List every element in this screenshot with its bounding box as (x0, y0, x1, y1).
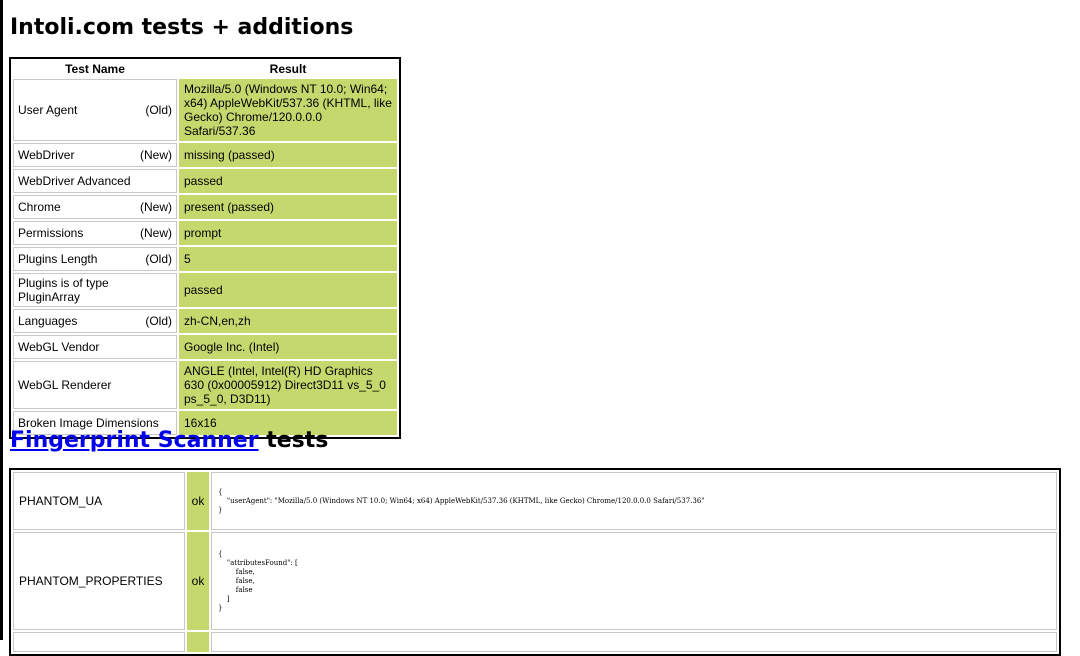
intoli-section-title: Intoli.com tests + additions (10, 15, 354, 40)
fingerprint-title-suffix: tests (258, 428, 329, 453)
test-result: passed (179, 169, 397, 193)
test-name: Permissions (18, 226, 84, 240)
intoli-results-table: Test Name Result User Agent (Old) Mozilla… (9, 57, 401, 439)
fp-row-partial (13, 632, 1057, 652)
test-name: Chrome (18, 200, 61, 214)
test-name: WebDriver Advanced (18, 174, 131, 188)
test-name-cell: Plugins is of type PluginArray (13, 273, 177, 307)
test-name-cell: WebDriver (New) (13, 143, 177, 167)
test-tag: (New) (140, 226, 172, 240)
test-name: WebGL Renderer (18, 378, 112, 392)
table-row-user-agent: User Agent (Old) Mozilla/5.0 (Windows NT … (13, 79, 397, 141)
fingerprint-section-title: Fingerprint Scanner tests (10, 427, 328, 455)
table-row-permissions: Permissions (New) prompt (13, 221, 397, 245)
table-row-webdriver: WebDriver (New) missing (passed) (13, 143, 397, 167)
table-row-plugins-length: Plugins Length (Old) 5 (13, 247, 397, 271)
table-row-webgl-renderer: WebGL Renderer ANGLE (Intel, Intel(R) HD… (13, 361, 397, 409)
test-result: ANGLE (Intel, Intel(R) HD Graphics 630 (… (179, 361, 397, 409)
table-row-plugins-type: Plugins is of type PluginArray passed (13, 273, 397, 307)
fp-data-cell (211, 632, 1057, 652)
fp-test-name: PHANTOM_PROPERTIES (13, 532, 185, 630)
test-tag: (New) (140, 148, 172, 162)
test-name-cell: Languages (Old) (13, 309, 177, 333)
test-tag: (New) (140, 200, 172, 214)
table-row-chrome: Chrome (New) present (passed) (13, 195, 397, 219)
table-row-webdriver-advanced: WebDriver Advanced passed (13, 169, 397, 193)
test-result: Mozilla/5.0 (Windows NT 10.0; Win64; x64… (179, 79, 397, 141)
fp-json-output: { "userAgent": "Mozilla/5.0 (Windows NT … (218, 487, 705, 514)
fp-test-name: PHANTOM_UA (13, 472, 185, 530)
fp-data-cell: { "attributesFound": [ false, false, fal… (211, 532, 1057, 630)
test-result: passed (179, 273, 397, 307)
test-result: prompt (179, 221, 397, 245)
test-result: present (passed) (179, 195, 397, 219)
test-result: zh-CN,en,zh (179, 309, 397, 333)
test-tag: (Old) (145, 252, 172, 266)
test-result: Google Inc. (Intel) (179, 335, 397, 359)
fp-status-ok: ok (187, 532, 209, 630)
left-border (0, 0, 3, 640)
test-name-cell: WebGL Vendor (13, 335, 177, 359)
table-row-webgl-vendor: WebGL Vendor Google Inc. (Intel) (13, 335, 397, 359)
test-tag: (Old) (145, 103, 172, 117)
table-row-languages: Languages (Old) zh-CN,en,zh (13, 309, 397, 333)
test-name: Plugins Length (18, 252, 98, 266)
test-result: 5 (179, 247, 397, 271)
header-result: Result (269, 62, 307, 76)
test-name-cell: User Agent (Old) (13, 79, 177, 141)
fp-test-name (13, 632, 185, 652)
test-name: Plugins is of type PluginArray (18, 276, 109, 304)
fp-data-cell: { "userAgent": "Mozilla/5.0 (Windows NT … (211, 472, 1057, 530)
fp-row-phantom-ua: PHANTOM_UA ok { "userAgent": "Mozilla/5.… (13, 472, 1057, 530)
test-name: WebDriver (18, 148, 75, 162)
test-name: Languages (18, 314, 78, 328)
table-header-row: Test Name Result (13, 61, 397, 77)
test-name-cell: WebGL Renderer (13, 361, 177, 409)
test-name: WebGL Vendor (18, 340, 100, 354)
fingerprint-scanner-link[interactable]: Fingerprint Scanner (10, 428, 259, 453)
test-result: missing (passed) (179, 143, 397, 167)
test-name-cell: WebDriver Advanced (13, 169, 177, 193)
fp-row-phantom-properties: PHANTOM_PROPERTIES ok { "attributesFound… (13, 532, 1057, 630)
fingerprint-results-table: PHANTOM_UA ok { "userAgent": "Mozilla/5.… (9, 468, 1061, 656)
fp-json-output: { "attributesFound": [ false, false, fal… (218, 549, 298, 612)
test-name-cell: Chrome (New) (13, 195, 177, 219)
test-name-cell: Plugins Length (Old) (13, 247, 177, 271)
fp-status (187, 632, 209, 652)
test-name-cell: Permissions (New) (13, 221, 177, 245)
test-name: User Agent (18, 103, 78, 117)
header-test-name: Test Name (65, 62, 125, 76)
fp-status-ok: ok (187, 472, 209, 530)
test-tag: (Old) (145, 314, 172, 328)
